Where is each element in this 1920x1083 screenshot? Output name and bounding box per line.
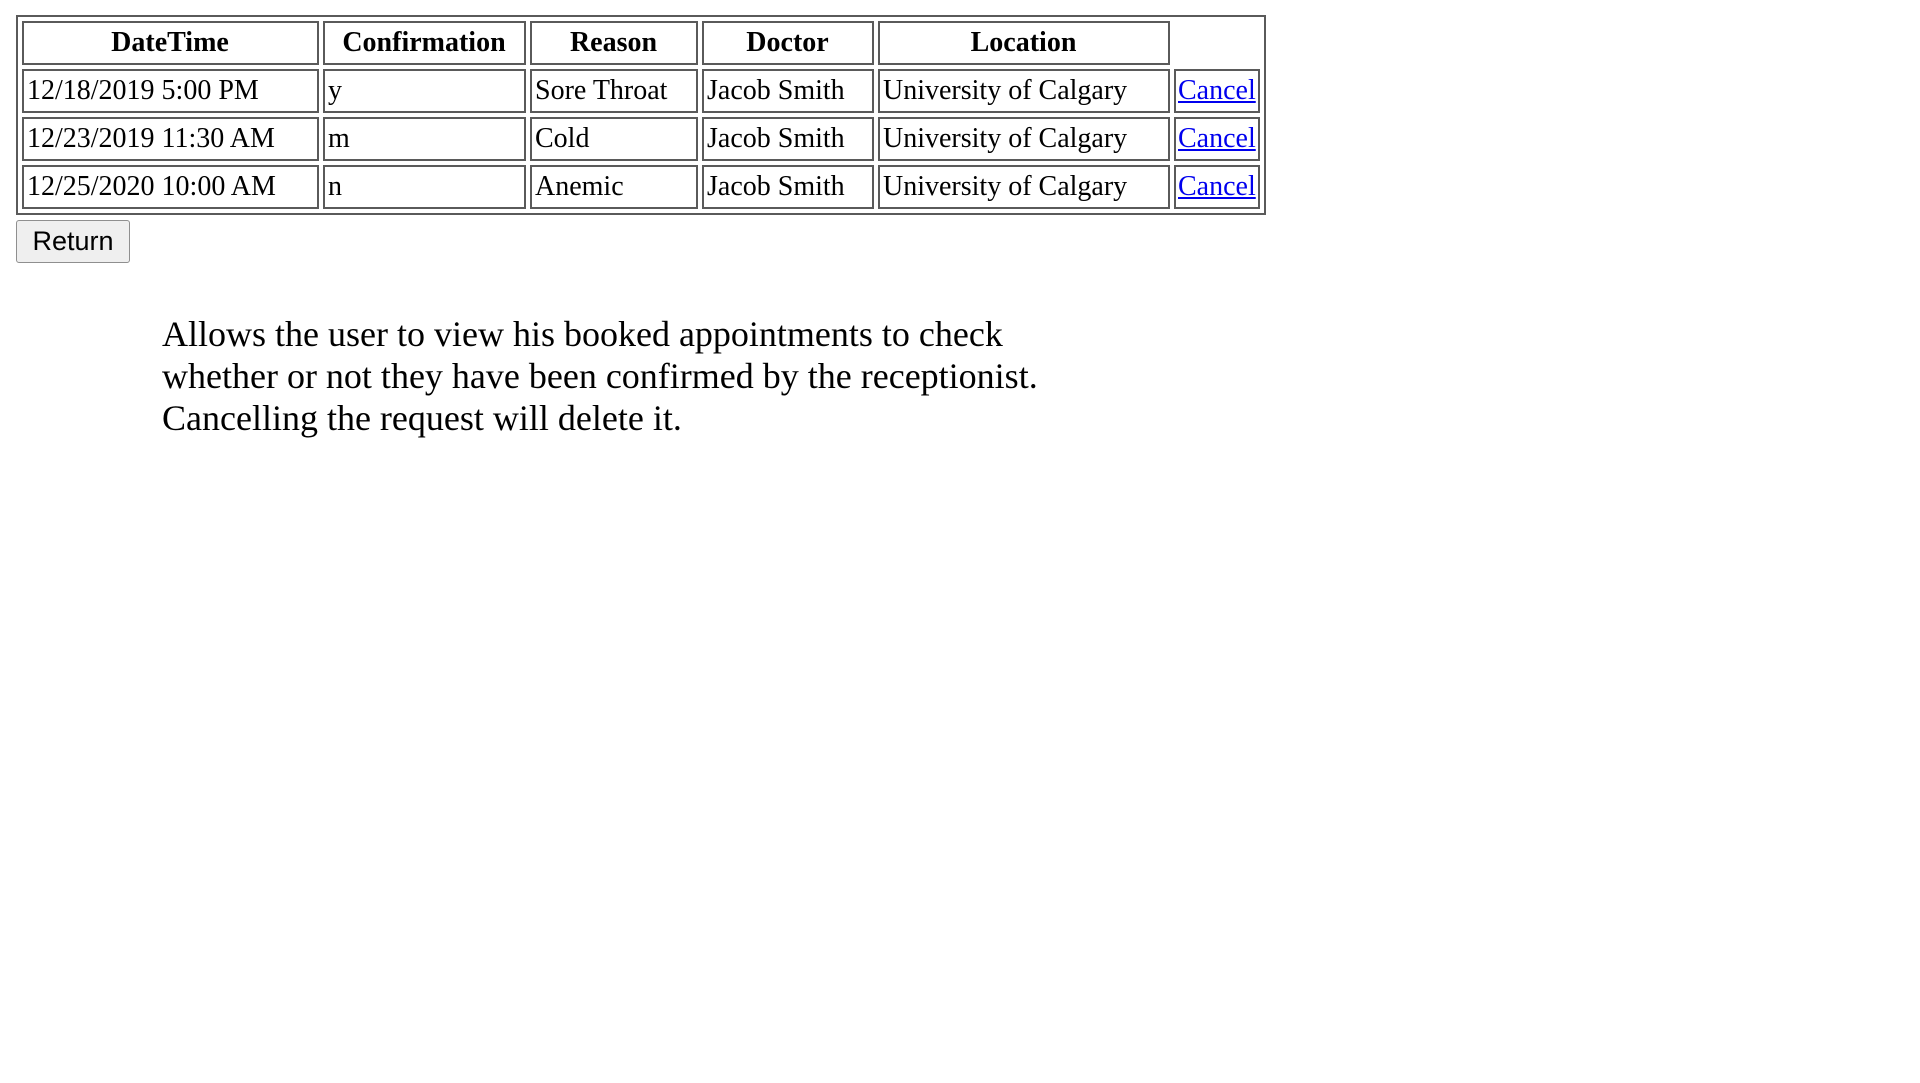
cell-reason: Anemic — [530, 165, 698, 209]
cancel-link[interactable]: Cancel — [1178, 123, 1256, 154]
table-row: 12/25/2020 10:00 AM n Anemic Jacob Smith… — [22, 165, 1260, 209]
cell-confirmation: y — [323, 69, 526, 113]
return-button[interactable]: Return — [16, 220, 130, 263]
cell-location: University of Calgary — [878, 69, 1170, 113]
cancel-link[interactable]: Cancel — [1178, 75, 1256, 106]
header-reason: Reason — [530, 21, 698, 65]
table-row: 12/18/2019 5:00 PM y Sore Throat Jacob S… — [22, 69, 1260, 113]
cell-action: Cancel — [1174, 117, 1260, 161]
description-line: whether or not they have been confirmed … — [162, 356, 1038, 396]
cancel-link[interactable]: Cancel — [1178, 171, 1256, 202]
header-location: Location — [878, 21, 1170, 65]
appointments-table: DateTime Confirmation Reason Doctor Loca… — [16, 15, 1266, 215]
cell-reason: Cold — [530, 117, 698, 161]
cell-reason: Sore Throat — [530, 69, 698, 113]
header-confirmation: Confirmation — [323, 21, 526, 65]
description-line: Cancelling the request will delete it. — [162, 398, 682, 438]
page-description: Allows the user to view his booked appoi… — [162, 313, 1162, 439]
cell-datetime: 12/18/2019 5:00 PM — [22, 69, 319, 113]
table-header-row: DateTime Confirmation Reason Doctor Loca… — [22, 21, 1260, 65]
cell-datetime: 12/25/2020 10:00 AM — [22, 165, 319, 209]
cell-doctor: Jacob Smith — [702, 117, 874, 161]
header-doctor: Doctor — [702, 21, 874, 65]
cell-action: Cancel — [1174, 69, 1260, 113]
table-row: 12/23/2019 11:30 AM m Cold Jacob Smith U… — [22, 117, 1260, 161]
cell-datetime: 12/23/2019 11:30 AM — [22, 117, 319, 161]
header-datetime: DateTime — [22, 21, 319, 65]
cell-doctor: Jacob Smith — [702, 69, 874, 113]
cell-location: University of Calgary — [878, 165, 1170, 209]
cell-action: Cancel — [1174, 165, 1260, 209]
header-action — [1174, 21, 1260, 65]
cell-confirmation: n — [323, 165, 526, 209]
cell-doctor: Jacob Smith — [702, 165, 874, 209]
description-line: Allows the user to view his booked appoi… — [162, 314, 1003, 354]
cell-confirmation: m — [323, 117, 526, 161]
cell-location: University of Calgary — [878, 117, 1170, 161]
